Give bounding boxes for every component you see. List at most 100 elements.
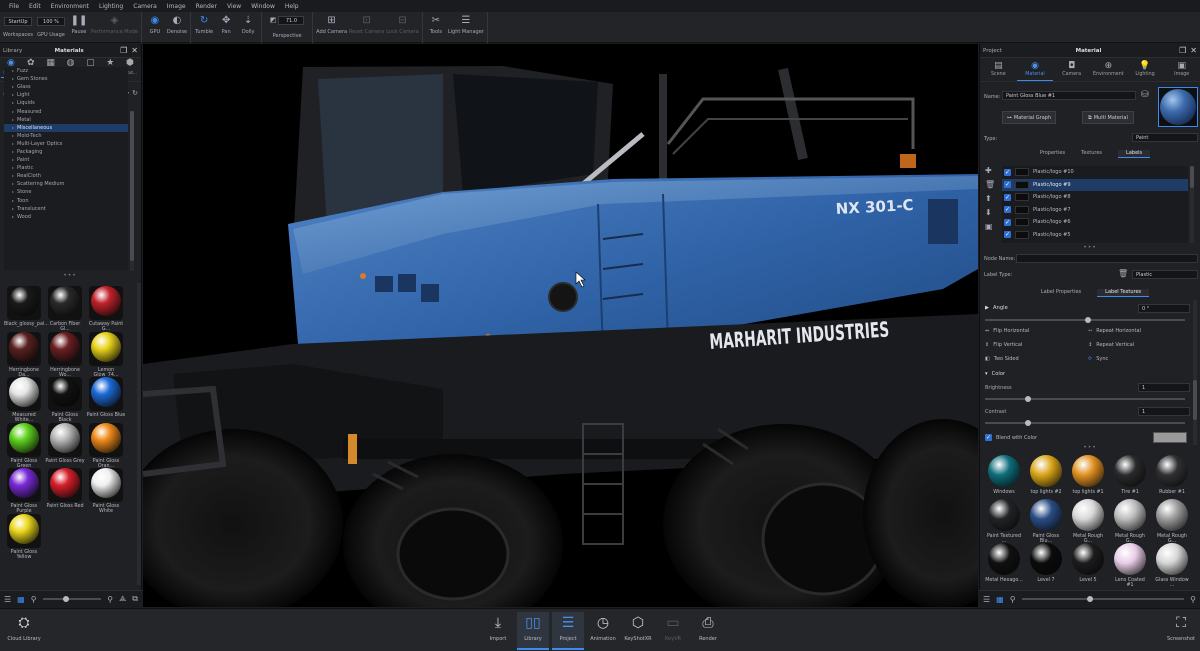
material-thumbnail[interactable]: Carbon Fiber Gl... bbox=[45, 284, 85, 332]
project-tab-camera[interactable]: ◘ Camera bbox=[1053, 61, 1090, 81]
scene-material-thumbnail[interactable]: Metal Rough G... bbox=[1111, 499, 1149, 544]
blend-color-option[interactable]: ✓ Blend with Color bbox=[985, 434, 1037, 441]
label-visible-checkbox[interactable]: ✓ bbox=[1004, 181, 1011, 189]
label-visible-checkbox[interactable]: ✓ bbox=[1004, 168, 1011, 176]
subtab-label-properties[interactable]: Label Properties bbox=[1041, 289, 1081, 297]
tree-item[interactable]: ▸ Scattering Medium bbox=[4, 180, 128, 188]
node-name-input[interactable] bbox=[1016, 254, 1198, 263]
denoise-button[interactable]: ◐ Denoise bbox=[167, 12, 187, 43]
scene-material-thumbnail[interactable]: Paint Textured ... bbox=[985, 499, 1023, 544]
tree-item[interactable]: ▸ Toon bbox=[4, 197, 128, 205]
material-thumbnail[interactable]: Measured White... bbox=[4, 375, 44, 423]
material-thumbnail[interactable]: Herringbone Da... bbox=[4, 330, 44, 378]
materials-scrollbar[interactable] bbox=[137, 283, 141, 585]
tree-item[interactable]: ▸ Gem Stones bbox=[4, 75, 128, 83]
two-sided-option[interactable]: ◧ Two Sided bbox=[985, 356, 1019, 362]
material-thumbnail[interactable]: Paint Gloss White bbox=[86, 466, 126, 514]
material-thumbnail[interactable]: Paint Gloss Grey bbox=[45, 421, 85, 464]
scene-material-thumbnail[interactable]: Metal Hexago... bbox=[985, 543, 1023, 583]
list-view-icon[interactable]: ☰ bbox=[4, 595, 11, 604]
label-visible-checkbox[interactable]: ✓ bbox=[1004, 193, 1011, 201]
scene-material-thumbnail[interactable]: Glass Window ... bbox=[1153, 543, 1191, 588]
tree-item[interactable]: ▸ Miscellaneous bbox=[4, 123, 128, 132]
scene-material-thumbnail[interactable]: Metal Rough G... bbox=[1069, 499, 1107, 544]
scene-material-thumbnail[interactable]: Tire #1 bbox=[1111, 455, 1149, 495]
perspective-field[interactable]: 71.0 bbox=[278, 16, 305, 25]
dock-import-button[interactable]: ⤓ Import bbox=[482, 612, 514, 650]
repeat-vertical-option[interactable]: ↕ Repeat Vertical bbox=[1088, 342, 1134, 348]
sync-option[interactable]: ⟳ Sync bbox=[1088, 356, 1108, 362]
material-thumbnail[interactable]: Black_glossy_pal... bbox=[4, 284, 49, 327]
list-view-icon[interactable]: ☰ bbox=[983, 595, 990, 604]
project-tab-material[interactable]: ◉ Material bbox=[1016, 61, 1054, 81]
dock-render-button[interactable]: ⎙ Render bbox=[692, 612, 724, 650]
subtab-labels[interactable]: Labels bbox=[1118, 150, 1151, 158]
material-thumbnail[interactable]: Paint Gloss Blue bbox=[86, 375, 126, 418]
repeat-horizontal-option[interactable]: ⇿ Repeat Horizontal bbox=[1088, 328, 1141, 334]
contrast-input[interactable]: 1 bbox=[1138, 407, 1190, 416]
menu-image[interactable]: Image bbox=[162, 3, 191, 10]
menu-render[interactable]: Render bbox=[191, 3, 222, 10]
project-tab-scene[interactable]: ▤ Scene bbox=[980, 61, 1017, 81]
tree-item[interactable]: ▸ Multi-Layer Optics bbox=[4, 140, 128, 148]
menu-file[interactable]: File bbox=[4, 3, 24, 10]
workspace-select[interactable]: StartUp bbox=[4, 17, 32, 26]
tree-item[interactable]: ▸ Plastic bbox=[4, 164, 128, 172]
tree-scrollbar[interactable] bbox=[130, 111, 134, 271]
move-up-icon[interactable]: ⬆ bbox=[985, 194, 995, 203]
gpu-usage-field[interactable]: 100 % bbox=[37, 17, 65, 26]
project-tab-lighting[interactable]: 💡 Lighting bbox=[1127, 61, 1164, 81]
move-down-icon[interactable]: ⬇ bbox=[985, 208, 995, 217]
delete-label-icon[interactable]: 🗑 bbox=[985, 180, 995, 189]
flip-horizontal-option[interactable]: ⇔ Flip Horizontal bbox=[985, 328, 1029, 334]
flip-vertical-option[interactable]: ⇕ Flip Vertical bbox=[985, 342, 1022, 348]
gpu-usage-control[interactable]: 100 % GPU Usage bbox=[35, 12, 67, 43]
thumbnail-size-slider[interactable] bbox=[1021, 596, 1185, 602]
tree-item[interactable]: ▸ Light bbox=[4, 91, 128, 99]
tree-item[interactable]: ▸ Mold-Tech bbox=[4, 132, 128, 140]
tree-item[interactable]: ▸ RealCloth bbox=[4, 172, 128, 180]
scene-material-thumbnail[interactable]: Lens Coated #1 bbox=[1111, 543, 1149, 588]
material-thumbnail[interactable]: Paint Gloss Green bbox=[4, 421, 44, 469]
multi-material-button[interactable]: ⧉ Multi Material bbox=[1082, 111, 1134, 124]
angle-input[interactable]: 0 ° bbox=[1138, 304, 1190, 313]
undock-icon[interactable]: ❐ bbox=[1179, 46, 1186, 55]
splitter-handle[interactable]: ••• bbox=[1075, 244, 1105, 251]
undock-icon[interactable]: ❐ bbox=[120, 46, 127, 55]
material-thumbnail[interactable]: Paint Gloss Purple bbox=[4, 466, 44, 514]
dolly-button[interactable]: ⇣ Dolly bbox=[238, 12, 258, 43]
label-list-scrollbar[interactable] bbox=[1190, 166, 1194, 243]
tree-item[interactable]: ▸ Metal bbox=[4, 116, 128, 124]
expand-icon[interactable]: ▶ bbox=[985, 305, 989, 311]
material-name-input[interactable]: Paint Gloss Blue #1 bbox=[1002, 91, 1136, 100]
dock-keyshotxr-button[interactable]: ⬡ KeyShotXR bbox=[622, 612, 654, 650]
tumble-button[interactable]: ↻ Tumble bbox=[194, 12, 214, 43]
thumbnail-size-slider[interactable] bbox=[42, 596, 102, 602]
material-thumbnail[interactable]: Paint Gloss Red bbox=[45, 466, 85, 509]
performance-mode-button[interactable]: ◈ Performance Mode bbox=[91, 12, 138, 43]
zoom-in-icon[interactable]: ⚲ bbox=[107, 595, 113, 604]
material-graph-button[interactable]: ⊶ Material Graph bbox=[1002, 111, 1056, 124]
scene-material-thumbnail[interactable]: Level 7 bbox=[1027, 543, 1065, 583]
label-row[interactable]: ✓ Plastic/logo #8 bbox=[1002, 191, 1188, 204]
dock-keyvr-button[interactable]: ▭ KeyVR bbox=[657, 612, 689, 650]
color-section-header[interactable]: ▾ Color bbox=[985, 371, 1005, 377]
contrast-slider[interactable] bbox=[985, 420, 1185, 426]
scene-material-thumbnail[interactable]: Level 5 bbox=[1069, 543, 1107, 583]
close-icon[interactable]: ✕ bbox=[131, 46, 138, 55]
zoom-out-icon[interactable]: ⚲ bbox=[31, 595, 37, 604]
cloud-icon[interactable]: ⟁ bbox=[119, 594, 126, 604]
brightness-slider[interactable] bbox=[985, 396, 1185, 402]
tree-item[interactable]: ▸ Paint bbox=[4, 156, 128, 164]
label-row[interactable]: ✓ Plastic/logo #10 bbox=[1002, 166, 1188, 179]
menu-edit[interactable]: Edit bbox=[24, 3, 46, 10]
scene-material-thumbnail[interactable]: Windows bbox=[985, 455, 1023, 495]
material-thumbnail[interactable]: Paint Gloss Black bbox=[45, 375, 85, 423]
tree-item[interactable]: ▸ Fuzz bbox=[4, 67, 128, 75]
refresh-icon[interactable]: ↻ bbox=[132, 89, 138, 97]
grid-view-icon[interactable]: ▦ bbox=[17, 595, 25, 604]
project-tab-image[interactable]: ▣ Image bbox=[1163, 61, 1200, 81]
label-visible-checkbox[interactable]: ✓ bbox=[1004, 231, 1011, 239]
label-row[interactable]: ✓ Plastic/logo #6 bbox=[1002, 216, 1188, 229]
subtab-textures[interactable]: Textures bbox=[1081, 150, 1102, 158]
